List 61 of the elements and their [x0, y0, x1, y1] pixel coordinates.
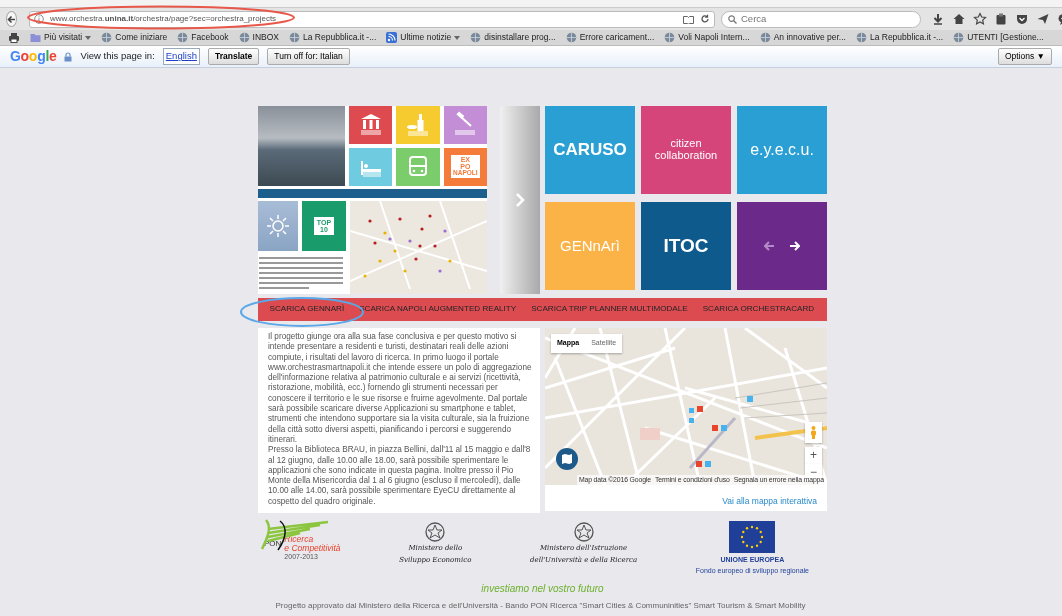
- google-logo: Google: [10, 47, 57, 66]
- pocket-icon[interactable]: [1015, 12, 1029, 26]
- caret-icon: [85, 35, 92, 40]
- app-tile[interactable]: citizen collaboration: [641, 106, 731, 194]
- language-select[interactable]: English: [162, 48, 200, 65]
- app-tile[interactable]: ITOC: [641, 202, 731, 290]
- emblem-icon: [572, 521, 595, 543]
- bookmark-link[interactable]: Voli Napoli Intern...: [664, 31, 750, 44]
- reader-view-icon[interactable]: [683, 14, 694, 24]
- download-icon[interactable]: [931, 12, 945, 26]
- home-icon[interactable]: [952, 12, 966, 26]
- reload-icon[interactable]: [700, 14, 710, 24]
- caret-icon: [454, 35, 461, 40]
- star-icon[interactable]: [973, 12, 987, 26]
- event-paragraph: Presso la Biblioteca BRAU, in piazza Bellini, dall'11 al 15 maggio e dall'8 al 12 giugno, dalle 10.00 alle 18.00, sarà possibile sperimentare le applicazioni che sono indicate in questa pagina. Inoltre presso il Pio Monte della Misericordia dal 1 al 6 giugno (escluso il mercoledì), dalle 10.00 alle 14.00, sarà possibile sperimentare EyeCU direttamente al cospetto del quadro originale.: [268, 445, 532, 508]
- feed-icon: [386, 32, 398, 43]
- address-bar[interactable]: www.orchestra.unina.it/orchestra/page?sec=orchestra_projects: [29, 10, 715, 28]
- interactive-map-link[interactable]: Vai alla mappa interattiva: [722, 495, 817, 508]
- emblem-icon: [424, 521, 447, 543]
- sun-icon: [266, 214, 290, 238]
- pon-title: e Competitività: [284, 543, 341, 552]
- bookmark-link[interactable]: Facebook: [177, 31, 229, 44]
- folder-icon: [30, 32, 41, 43]
- options-button[interactable]: Options ▼: [997, 48, 1052, 65]
- portal-link[interactable]: www.orchestrasmartnapoli.it: [268, 362, 371, 372]
- bookmark-link[interactable]: Come iniziare: [101, 31, 168, 44]
- bookmark-link[interactable]: INBOX: [238, 31, 280, 44]
- back-button[interactable]: [6, 11, 17, 27]
- bookmark-link[interactable]: An innovative per...: [759, 31, 846, 44]
- bookmark-link[interactable]: Più visitati: [30, 31, 92, 44]
- chevron-right-icon: [515, 192, 525, 208]
- intro-paragraph: Il progetto giunge ora alla sua fase conclusiva e per questo motivo si intende presentare a residenti e turisti, destinatari reali delle azioni compiute, i risultati del lavoro di ricerca. In primo luogo il portale www.orchestrasmartnapoli.it che intende essere un polo di aggregazione dell'informazione relativa al patrimonio culturale e ai servizi (ricettività, ristorazione, mobilità, ecc.) fornendo gli strumenti necessari per conoscere il territorio e le sue risorse e fruirne agevolmente. Dal portale sarà possibile scaricare diverse Applicazioni su smartphone e tablet, strumenti che intendono supportare sia la visita culturale, sia la fruizione della città sotto diversi aspetti, pianificando i percorsi e suggerendo itinerari.: [268, 332, 533, 445]
- arrow-right-icon[interactable]: [789, 241, 800, 251]
- translate-prompt: View this page in:: [80, 49, 155, 64]
- turn-off-button[interactable]: Turn off for: Italian: [267, 48, 350, 65]
- translate-button[interactable]: Translate: [207, 48, 260, 65]
- project-note: Progetto approvato dal Ministero della Ricerca e dell'Università - Bando PON Ricerca "Smart Cities & Communinities" Smart Tourism & Smart Mobility: [274, 600, 807, 612]
- info-icon: [34, 14, 44, 24]
- tagline: investiamo nel vostro futuro: [480, 582, 605, 596]
- person-icon: [810, 426, 817, 439]
- printer-icon[interactable]: [8, 32, 20, 43]
- back-arrow-icon: [7, 14, 16, 24]
- download-link[interactable]: SCARICA ORCHESTRACARD: [695, 303, 822, 316]
- send-icon[interactable]: [1036, 12, 1050, 26]
- eu-flag-icon: [729, 521, 776, 553]
- bookmark-link[interactable]: Errore caricament...: [565, 31, 655, 44]
- download-link[interactable]: SCARICA TRIP PLANNER MULTIMODALE: [523, 303, 696, 316]
- bookmark-link[interactable]: La Repubblica.it -...: [289, 31, 377, 44]
- search-box[interactable]: Cerca: [721, 10, 921, 28]
- clipboard-icon[interactable]: [994, 12, 1008, 26]
- url-text: www.orchestra.unina.it/orchestra/page?sec=orchestra_projects: [50, 13, 277, 25]
- search-field[interactable]: Cerca: [741, 11, 911, 27]
- bookmark-link[interactable]: UTENTI [Gestione...: [953, 31, 1044, 44]
- lock-icon: [64, 51, 73, 62]
- bookmark-link[interactable]: La Repubblica.it -...: [855, 31, 944, 44]
- zoom-in-button[interactable]: +: [805, 447, 822, 464]
- search-icon: [728, 14, 737, 24]
- arrow-left-icon[interactable]: [764, 241, 775, 251]
- map-badge-icon[interactable]: [556, 448, 578, 470]
- bookmark-link[interactable]: disinstallare prog...: [470, 31, 556, 44]
- bookmark-link[interactable]: Ultime notizie: [386, 31, 461, 44]
